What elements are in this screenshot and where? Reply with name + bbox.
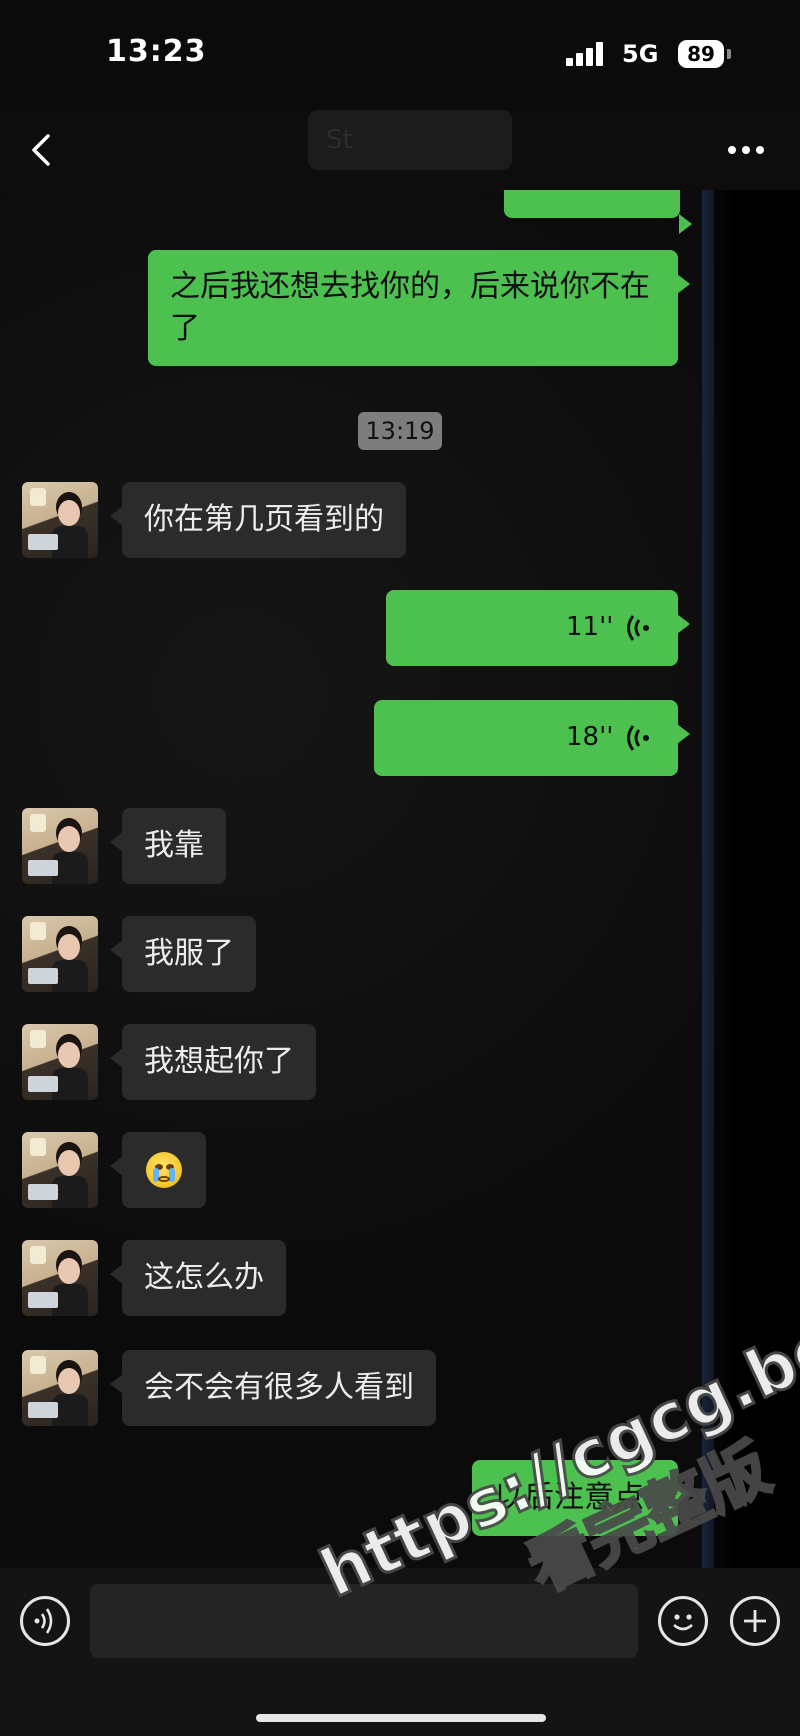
smile-icon	[673, 1614, 693, 1631]
voice-icon	[34, 1608, 53, 1634]
network-type: 5G	[622, 40, 659, 68]
message-bubble-incoming[interactable]: 会不会有很多人看到	[110, 1350, 436, 1426]
message-text: 我想起你了	[144, 1044, 294, 1079]
crying-face-icon	[146, 1152, 182, 1188]
message-text: 你在第几页看到的	[144, 502, 384, 537]
contact-avatar[interactable]	[22, 1350, 98, 1426]
message-bubble-incoming[interactable]: 你在第几页看到的	[110, 482, 406, 558]
voice-message-outgoing[interactable]: 18''	[374, 700, 690, 776]
voice-duration: 18''	[566, 722, 614, 752]
emoji-button[interactable]	[658, 1596, 708, 1646]
message-text: 之后我还想去找你的，后来说你不在了	[170, 269, 650, 346]
contact-avatar[interactable]	[22, 1024, 98, 1100]
message-input[interactable]	[90, 1584, 638, 1658]
voice-input-button[interactable]	[20, 1596, 70, 1646]
message-bubble-outgoing[interactable]: 之后我还想去找你的，后来说你不在了	[148, 250, 690, 366]
message-bubble-incoming[interactable]: 这怎么办	[110, 1240, 286, 1316]
message-text: 我靠	[144, 828, 204, 863]
message-text: 会不会有很多人看到	[144, 1370, 414, 1405]
contact-avatar[interactable]	[22, 808, 98, 884]
voice-message-outgoing[interactable]: 11''	[386, 590, 690, 666]
chat-title: St	[308, 110, 512, 170]
more-icon[interactable]	[728, 146, 768, 156]
contact-avatar[interactable]	[22, 1132, 98, 1208]
more-actions-button[interactable]	[730, 1596, 780, 1646]
signal-icon	[566, 42, 606, 66]
message-bubble-incoming[interactable]	[110, 1132, 206, 1208]
contact-avatar[interactable]	[22, 482, 98, 558]
battery-icon: 89	[678, 40, 724, 68]
voice-wave-icon	[627, 615, 649, 641]
message-bubble-incoming[interactable]: 我想起你了	[110, 1024, 316, 1100]
back-icon[interactable]	[26, 132, 62, 168]
message-bubble-outgoing[interactable]: 以后注意点	[472, 1460, 690, 1536]
message-text: 以后注意点	[494, 1480, 644, 1515]
message-text: 这怎么办	[144, 1260, 264, 1295]
edge-shadow	[700, 190, 800, 1570]
message-timestamp: 13:19	[358, 412, 442, 450]
status-bar: 13:23 5G 89	[0, 0, 800, 110]
chat-header: St	[0, 110, 800, 190]
status-time: 13:23	[106, 34, 207, 69]
message-text: 我服了	[144, 936, 234, 971]
message-bubble-partial[interactable]	[504, 190, 692, 234]
message-bubble-incoming[interactable]: 我靠	[110, 808, 226, 884]
voice-duration: 11''	[566, 612, 614, 642]
voice-wave-icon	[627, 725, 649, 751]
home-indicator	[256, 1714, 546, 1722]
message-bubble-incoming[interactable]: 我服了	[110, 916, 256, 992]
plus-icon	[744, 1610, 766, 1632]
contact-avatar[interactable]	[22, 1240, 98, 1316]
chat-input-bar	[0, 1568, 800, 1736]
contact-avatar[interactable]	[22, 916, 98, 992]
battery-tip	[727, 49, 731, 59]
